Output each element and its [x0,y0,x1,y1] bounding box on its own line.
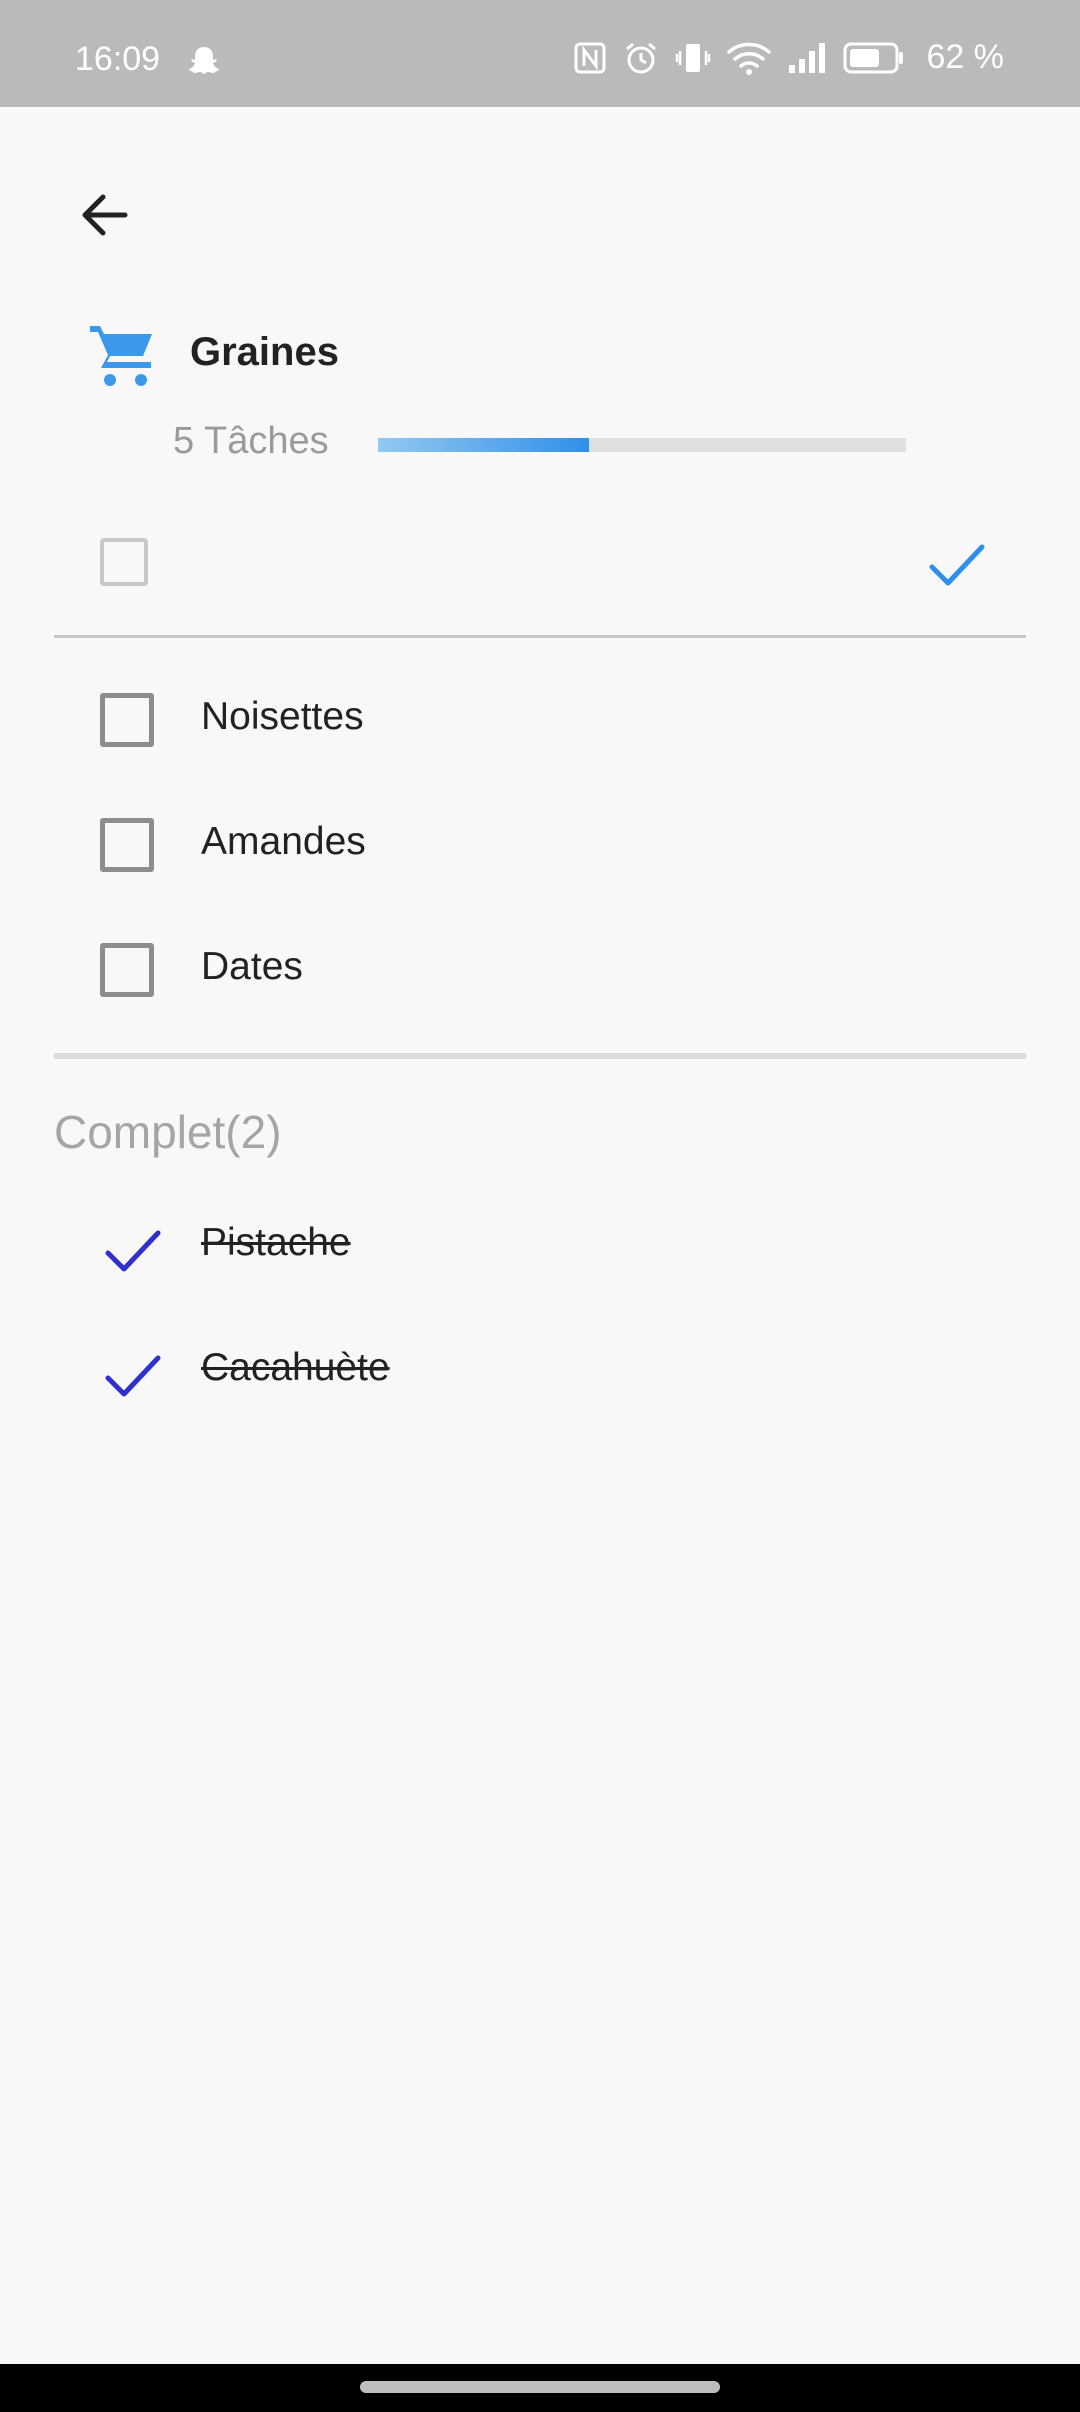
todo-label: Dates [201,945,303,988]
confirm-button[interactable] [926,535,986,595]
todo-checkbox[interactable] [100,693,154,747]
todo-item[interactable]: Amandes [0,805,1080,930]
nfc-icon [573,41,607,75]
status-time: 16:09 [75,40,161,78]
check-icon [929,544,985,586]
todo-checkbox[interactable] [100,818,154,872]
completed-label: Pistache [201,1221,351,1264]
new-item-checkbox[interactable] [100,538,148,586]
shopping-cart-icon [86,320,156,390]
progress-bar [378,438,906,452]
list-title: Graines [190,330,339,374]
new-item-row [54,520,1026,638]
back-button[interactable] [70,180,140,250]
done-check-icon[interactable] [104,1227,164,1277]
status-icons: 62 % [573,38,1005,77]
completed-label: Cacahuète [201,1346,390,1389]
new-item-input[interactable] [194,530,898,592]
vibrate-icon [675,40,711,76]
todo-checkbox[interactable] [100,943,154,997]
completed-list: Pistache Cacahuète [0,1215,1080,1465]
navigation-bar [0,2364,1080,2412]
done-check-icon[interactable] [104,1352,164,1402]
completed-item[interactable]: Pistache [0,1215,1080,1340]
todo-label: Amandes [201,820,366,863]
home-handle[interactable] [360,2381,720,2393]
snapchat-icon [184,42,224,82]
todo-item[interactable]: Noisettes [0,680,1080,805]
battery-icon [843,41,905,75]
completed-item[interactable]: Cacahuète [0,1340,1080,1465]
completed-heading: Complet(2) [54,1106,282,1158]
todo-label: Noisettes [201,695,364,738]
status-bar: 16:09 62 % [0,0,1080,107]
wifi-icon [726,40,771,76]
todo-list: Noisettes Amandes Dates [0,680,1080,1055]
todo-item[interactable]: Dates [0,930,1080,1055]
task-count: 5 Tâches [173,420,329,462]
list-header: Graines 5 Tâches [0,310,1080,470]
signal-icon [787,41,827,75]
arrow-left-icon [82,194,128,236]
section-divider [54,1053,1026,1059]
battery-percentage: 62 % [926,38,1005,76]
alarm-icon [623,40,659,76]
progress-fill [378,438,590,452]
